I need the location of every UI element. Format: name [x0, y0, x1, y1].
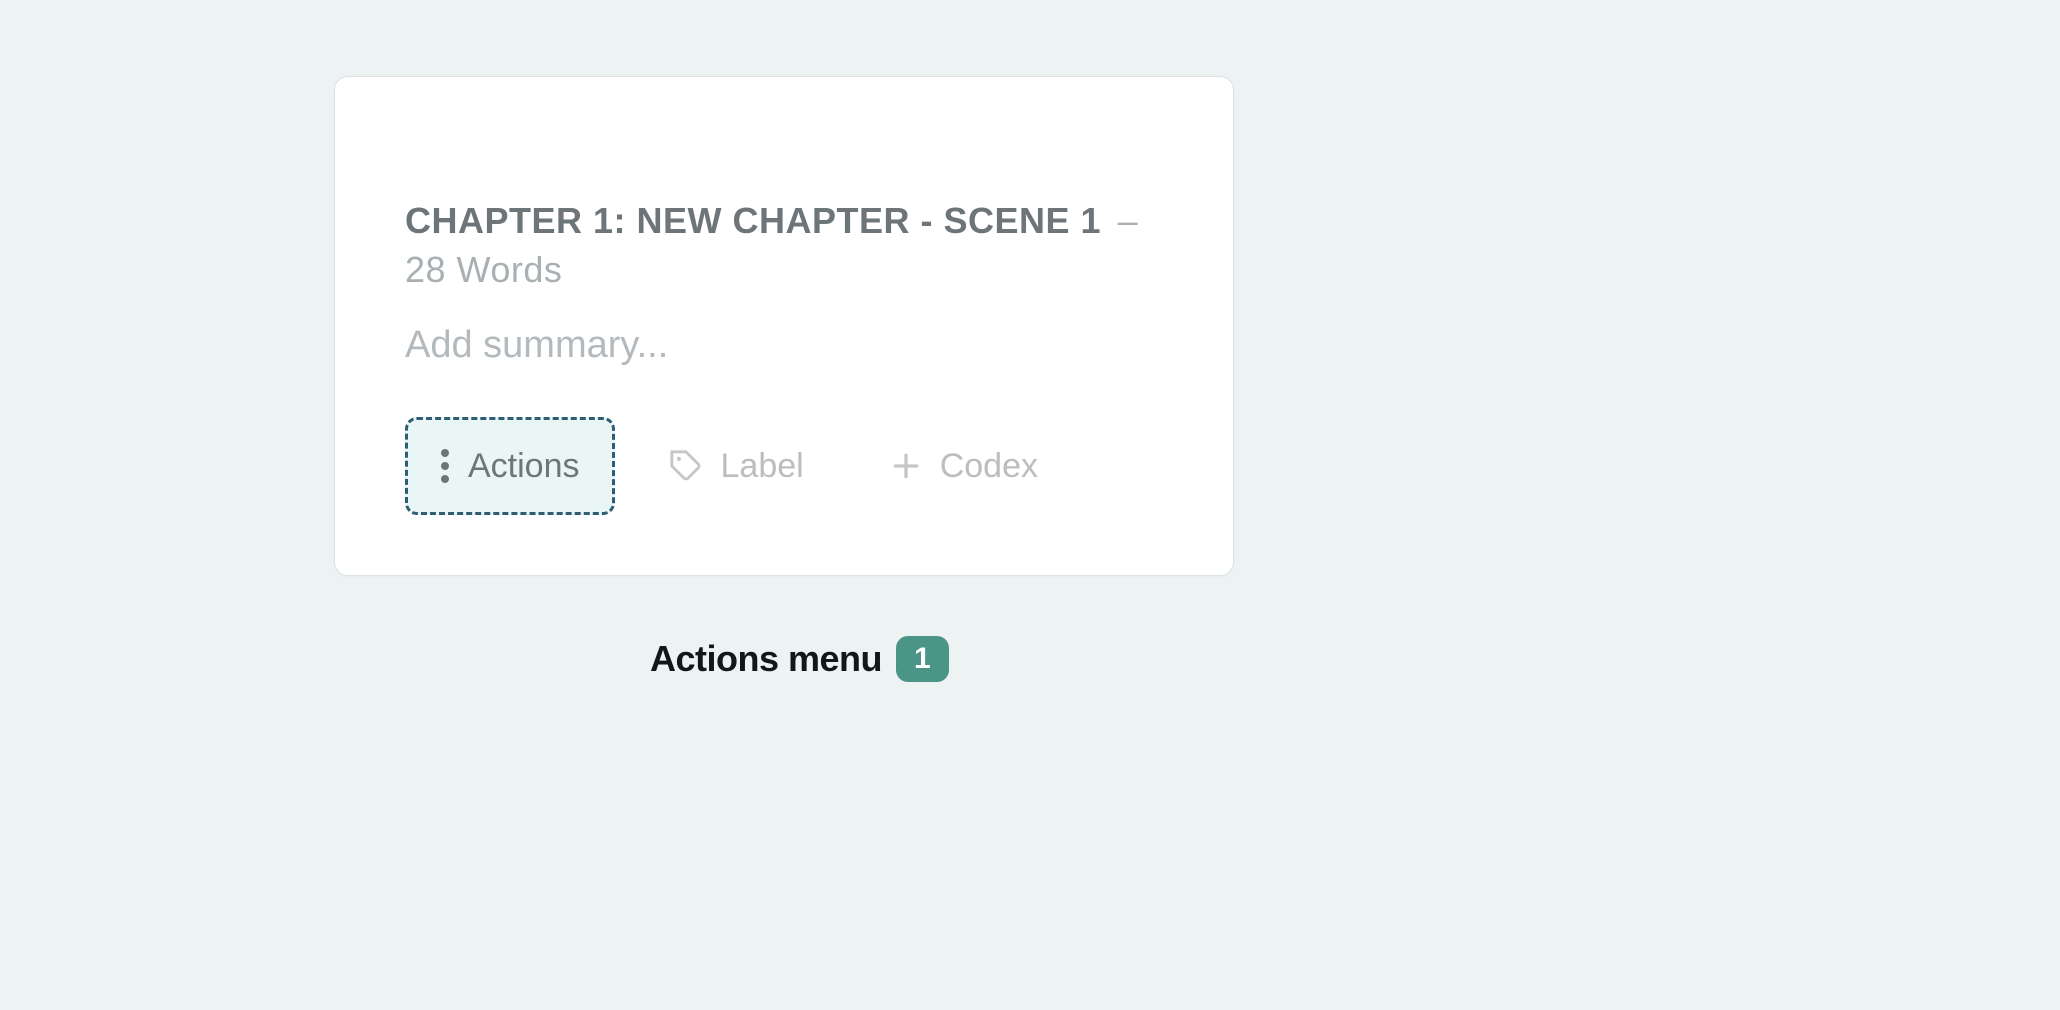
scene-title: CHAPTER 1: NEW CHAPTER - SCENE 1 — [405, 200, 1101, 241]
scene-title-line: CHAPTER 1: NEW CHAPTER - SCENE 1 – 28 Wo… — [405, 197, 1163, 294]
caption: Actions menu 1 — [650, 636, 949, 682]
plus-icon — [890, 450, 922, 482]
caption-text: Actions menu — [650, 638, 882, 680]
word-count: 28 Words — [405, 249, 562, 290]
more-vert-icon — [440, 448, 450, 484]
codex-button-label: Codex — [940, 449, 1038, 483]
title-separator: – — [1118, 200, 1139, 241]
scene-card: CHAPTER 1: NEW CHAPTER - SCENE 1 – 28 Wo… — [334, 76, 1234, 576]
actions-button-label: Actions — [468, 449, 580, 483]
summary-input[interactable] — [405, 324, 1163, 367]
card-actions-row: Actions Label Codex — [405, 417, 1163, 515]
label-button[interactable]: Label — [637, 417, 836, 515]
tag-icon — [669, 449, 703, 483]
codex-button[interactable]: Codex — [858, 417, 1070, 515]
actions-button[interactable]: Actions — [405, 417, 615, 515]
step-badge: 1 — [896, 636, 949, 682]
label-button-label: Label — [721, 449, 804, 483]
